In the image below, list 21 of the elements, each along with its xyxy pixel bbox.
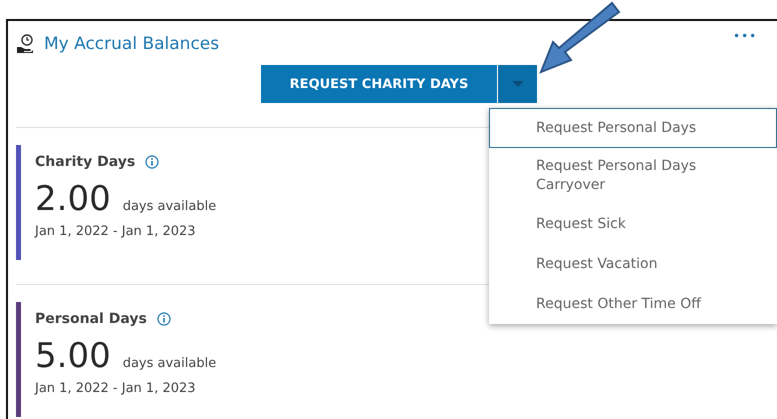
menu-item[interactable]: Request Personal Days Carryover	[489, 148, 777, 204]
balance-name: Charity Days	[35, 154, 136, 170]
dropdown-toggle[interactable]	[498, 65, 537, 103]
balance-unit: days available	[122, 356, 216, 371]
menu-item[interactable]: Request Personal Days	[489, 108, 777, 148]
info-icon[interactable]	[145, 155, 160, 169]
menu-item[interactable]: Request Sick	[489, 204, 777, 244]
balance-name: Personal Days	[35, 311, 147, 327]
balance-period: Jan 1, 2022 - Jan 1, 2023	[35, 224, 197, 239]
more-options-button[interactable]: •••	[733, 29, 758, 43]
info-icon[interactable]	[156, 312, 171, 326]
caret-icon	[512, 80, 524, 88]
widget-title: My Accrual Balances	[44, 34, 220, 54]
balance-amount: 5.00	[35, 337, 111, 375]
hand-clock-icon	[16, 34, 34, 54]
balance-period: Jan 1, 2022 - Jan 1, 2023	[35, 381, 197, 396]
balance-unit: days available	[122, 199, 216, 214]
balance-amount: 2.00	[35, 180, 111, 218]
request-button[interactable]: REQUEST CHARITY DAYS	[261, 65, 497, 103]
menu-item[interactable]: Request Other Time Off	[489, 284, 777, 324]
menu-item[interactable]: Request Vacation	[489, 244, 777, 284]
